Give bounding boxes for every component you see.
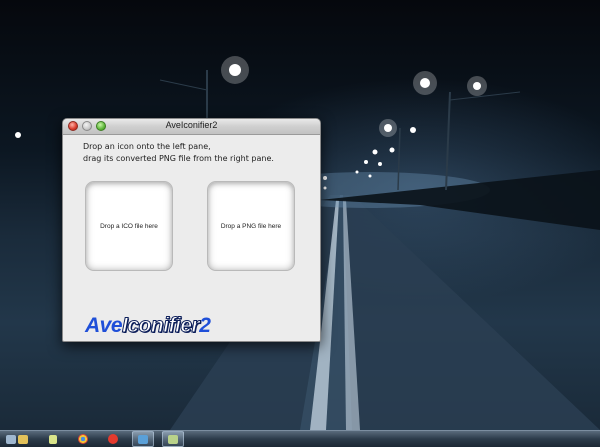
taskbar-chrome[interactable]	[72, 431, 94, 447]
instruction-line-2: drag its converted PNG file from the rig…	[83, 154, 274, 163]
png-drop-label: Drop a PNG file here	[220, 222, 282, 230]
aveiconifier-icon	[168, 434, 178, 444]
instruction-line-1: Drop an icon onto the left pane,	[83, 142, 211, 151]
ico-drop-pane[interactable]: Drop a ICO file here	[85, 181, 173, 271]
logo-part-ave: Ave	[85, 314, 123, 337]
taskbar-monitor[interactable]	[132, 431, 154, 447]
png-drop-pane[interactable]: Drop a PNG file here	[207, 181, 295, 271]
window-title: AveIconifier2	[165, 120, 218, 130]
instructions-text: Drop an icon onto the left pane, drag it…	[83, 141, 274, 165]
taskbar-yandex[interactable]	[102, 431, 124, 447]
logo-part-2: 2	[199, 314, 211, 337]
window-titlebar[interactable]: AveIconifier2	[63, 119, 320, 135]
ico-drop-label: Drop a ICO file here	[100, 222, 158, 230]
taskbar-notepad[interactable]	[42, 431, 64, 447]
taskbar	[0, 430, 600, 447]
yandex-icon	[108, 434, 118, 444]
taskbar-aveiconifier[interactable]	[162, 431, 184, 447]
taskbar-explorer[interactable]	[12, 431, 34, 447]
folder-icon	[18, 434, 28, 444]
chrome-icon	[78, 434, 88, 444]
logo-part-iconifier: Iconifier	[122, 314, 201, 338]
monitor-icon	[138, 434, 148, 444]
aveiconifier-window: AveIconifier2 Drop an icon onto the left…	[62, 118, 321, 342]
notepad-icon	[49, 434, 57, 444]
aveiconifier-logo: AveIconifier2	[85, 314, 211, 338]
